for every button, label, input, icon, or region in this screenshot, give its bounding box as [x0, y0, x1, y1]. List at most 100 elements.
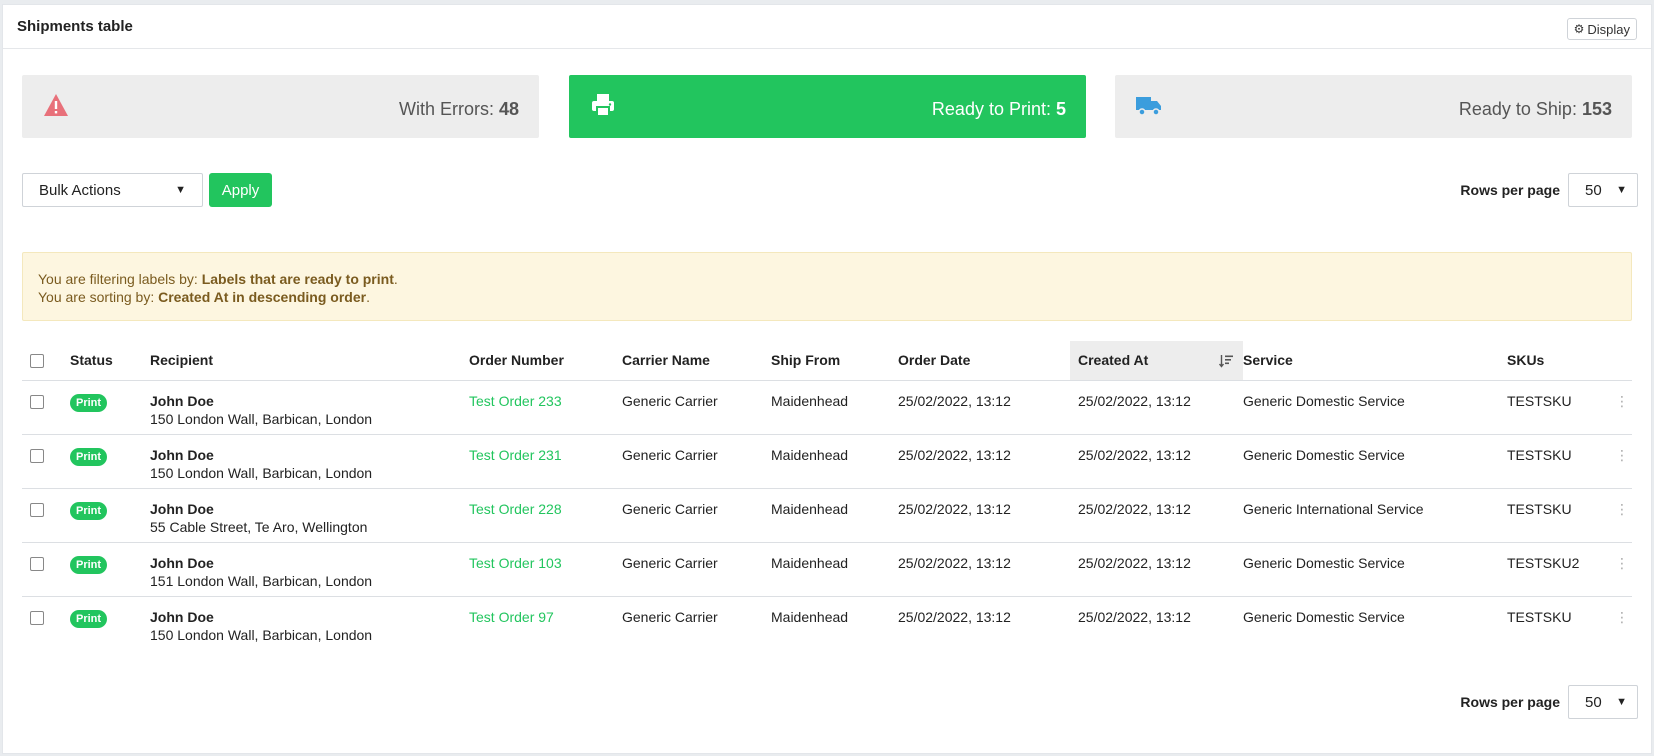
order-date: 25/02/2022, 13:12 — [898, 542, 1070, 597]
row-checkbox[interactable] — [30, 610, 44, 625]
with-errors-card[interactable]: With Errors: 48 — [22, 75, 539, 138]
order-date: 25/02/2022, 13:12 — [898, 434, 1070, 489]
recipient-name: John Doe — [150, 500, 214, 517]
filter-notice: You are filtering labels by: Labels that… — [22, 252, 1632, 321]
order-number-link[interactable]: Test Order 228 — [469, 501, 562, 517]
col-created-at[interactable]: Created At — [1070, 341, 1243, 381]
col-ship-from[interactable]: Ship From — [771, 341, 898, 381]
service: Generic Domestic Service — [1243, 434, 1507, 489]
order-date: 25/02/2022, 13:12 — [898, 488, 1070, 543]
bulk-actions-select[interactable]: Bulk Actions ▼ — [22, 173, 203, 207]
sort-line: You are sorting by: Created At in descen… — [38, 289, 370, 305]
display-button[interactable]: ⚙ Display — [1566, 18, 1637, 40]
order-number-link[interactable]: Test Order 233 — [469, 393, 562, 409]
ship-from: Maidenhead — [771, 542, 898, 597]
chevron-down-icon: ▼ — [1616, 696, 1627, 708]
table-header-row: Status Recipient Order Number Carrier Na… — [22, 341, 1632, 381]
ship-from: Maidenhead — [771, 434, 898, 489]
sku: TESTSKU — [1507, 608, 1572, 625]
filter-line: You are filtering labels by: Labels that… — [38, 271, 398, 287]
created-at: 25/02/2022, 13:12 — [1070, 380, 1243, 435]
recipient-address: 150 London Wall, Barbican, London — [150, 464, 373, 481]
apply-button[interactable]: Apply — [209, 173, 272, 207]
carrier-name: Generic Carrier — [622, 542, 771, 597]
row-checkbox[interactable] — [30, 448, 44, 463]
with-errors-label: With Errors: 48 — [398, 99, 519, 119]
rows-per-page-bottom: Rows per page 50 ▼ — [1460, 685, 1638, 719]
kebab-icon[interactable]: ⋮ — [1612, 380, 1632, 435]
sort-desc-icon — [1219, 355, 1233, 368]
kebab-icon[interactable]: ⋮ — [1612, 434, 1632, 489]
row-checkbox[interactable] — [30, 556, 44, 571]
service: Generic Domestic Service — [1243, 608, 1405, 625]
bulk-actions-value: Bulk Actions — [39, 181, 121, 199]
ready-to-print-card[interactable]: Ready to Print: 5 — [569, 75, 1086, 138]
warning-icon — [44, 94, 68, 116]
status-badge: Print — [70, 609, 108, 628]
sku: TESTSKU — [1507, 488, 1612, 543]
ship-from: Maidenhead — [771, 608, 849, 625]
row-checkbox[interactable] — [30, 394, 44, 409]
rows-per-page-select[interactable]: 50 ▼ — [1568, 173, 1638, 207]
kebab-icon[interactable]: ⋮ — [1612, 542, 1632, 597]
rows-per-page-select[interactable]: 50 ▼ — [1568, 685, 1638, 719]
panel-header: Shipments table ⚙ Display — [3, 5, 1651, 49]
page-title: Shipments table — [17, 18, 133, 35]
row-checkbox[interactable] — [30, 502, 44, 517]
recipient-address: 150 London Wall, Barbican, London — [150, 626, 373, 643]
rows-per-page-label: Rows per page — [1460, 694, 1560, 710]
order-date: 25/02/2022, 13:12 — [898, 608, 1011, 625]
kebab-icon[interactable]: ⋮ — [1612, 488, 1632, 543]
created-at: 25/02/2022, 13:12 — [1070, 542, 1243, 597]
table-row[interactable]: Print John Doe 150 London Wall, Barbican, … — [22, 380, 1632, 435]
table-row[interactable]: Print John Doe 151 London Wall, Barbican, … — [22, 542, 1632, 597]
recipient-address: 55 Cable Street, Te Aro, Wellington — [150, 518, 368, 535]
truck-icon — [1136, 97, 1161, 116]
service: Generic International Service — [1243, 488, 1507, 543]
select-all-checkbox[interactable] — [30, 354, 44, 369]
ready-to-ship-card[interactable]: Ready to Ship: 153 — [1115, 75, 1632, 138]
service: Generic Domestic Service — [1243, 380, 1507, 435]
col-service[interactable]: Service — [1243, 341, 1507, 381]
rows-per-page-label: Rows per page — [1460, 182, 1560, 198]
order-number-link[interactable]: Test Order 103 — [469, 555, 562, 571]
recipient-name: John Doe — [150, 608, 214, 625]
ship-from: Maidenhead — [771, 488, 898, 543]
col-created-at-label: Created At — [1078, 352, 1149, 369]
service: Generic Domestic Service — [1243, 542, 1507, 597]
sku: TESTSKU2 — [1507, 542, 1612, 597]
gear-icon: ⚙ — [1573, 22, 1585, 36]
sku: TESTSKU — [1507, 434, 1612, 489]
created-at: 25/02/2022, 13:12 — [1070, 488, 1243, 543]
ready-to-ship-label: Ready to Ship: 153 — [1458, 99, 1612, 119]
order-number-link[interactable]: Test Order 231 — [469, 447, 562, 463]
recipient-name: John Doe — [150, 446, 214, 463]
recipient-name: John Doe — [150, 392, 214, 409]
recipient-address: 150 London Wall, Barbican, London — [150, 410, 373, 427]
col-recipient[interactable]: Recipient — [150, 341, 469, 381]
ship-from: Maidenhead — [771, 380, 898, 435]
rows-per-page-top: Rows per page 50 ▼ — [1460, 173, 1638, 207]
chevron-down-icon: ▼ — [175, 184, 186, 196]
chevron-down-icon: ▼ — [1616, 184, 1627, 196]
col-carrier-name[interactable]: Carrier Name — [622, 341, 771, 381]
table-row[interactable]: Print John Doe 55 Cable Street, Te Aro, We… — [22, 488, 1632, 543]
rows-per-page-value: 50 — [1585, 693, 1602, 711]
order-number-link[interactable]: Test Order 97 — [469, 609, 554, 625]
kebab-icon[interactable]: ⋮ — [1612, 596, 1632, 650]
printer-icon — [592, 94, 614, 117]
order-date: 25/02/2022, 13:12 — [898, 380, 1070, 435]
display-label: Display — [1587, 21, 1630, 37]
table-row[interactable]: Print John Doe 150 London Wall, Barbican, … — [22, 434, 1632, 489]
table-row[interactable]: Print John Doe 150 London Wall, Barbican, … — [22, 596, 1632, 650]
col-skus[interactable]: SKUs — [1507, 341, 1612, 381]
col-order-number[interactable]: Order Number — [469, 341, 622, 381]
status-badge: Print — [70, 447, 108, 466]
ready-to-print-label: Ready to Print: 5 — [931, 99, 1066, 119]
shipments-table: Status Recipient Order Number Carrier Na… — [22, 341, 1632, 650]
created-at: 25/02/2022, 13:12 — [1078, 608, 1191, 625]
created-at: 25/02/2022, 13:12 — [1070, 434, 1243, 489]
recipient-name: John Doe — [150, 554, 214, 571]
col-order-date[interactable]: Order Date — [898, 341, 1070, 381]
col-status[interactable]: Status — [70, 341, 150, 381]
